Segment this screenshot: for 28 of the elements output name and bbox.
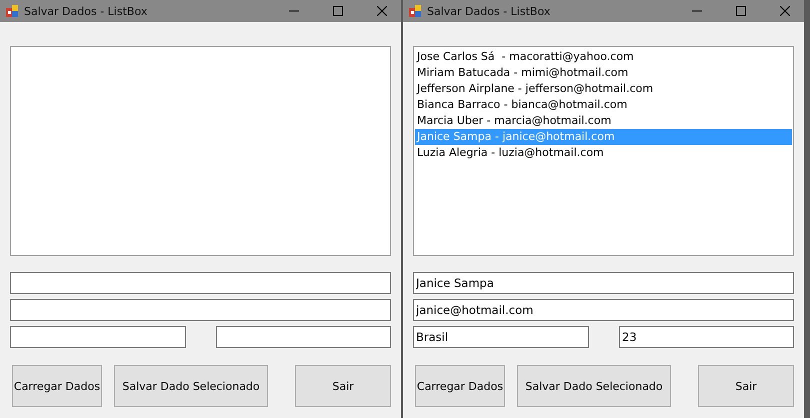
list-item[interactable]: Marcia Uber - marcia@hotmail.com (415, 113, 792, 129)
app-icon (409, 5, 421, 17)
list-item[interactable]: Luzia Alegria - luzia@hotmail.com (415, 145, 792, 161)
list-item[interactable]: Jefferson Airplane - jefferson@hotmail.com (415, 81, 792, 97)
list-item[interactable]: Bianca Barraco - bianca@hotmail.com (415, 97, 792, 113)
text-field[interactable] (10, 272, 391, 294)
maximize-icon[interactable] (333, 6, 343, 16)
text-field[interactable]: 23 (619, 326, 794, 348)
action-button[interactable]: Salvar Dado Selecionado (517, 365, 671, 407)
text-field[interactable] (10, 299, 391, 321)
action-button[interactable]: Carregar Dados (12, 365, 102, 407)
list-item[interactable]: Jose Carlos Sá - macoratti@yahoo.com (415, 49, 792, 65)
window-title: Salvar Dados - ListBox (427, 4, 552, 18)
action-button[interactable]: Carregar Dados (415, 365, 505, 407)
action-button[interactable]: Sair (295, 365, 391, 407)
text-field[interactable] (10, 326, 186, 348)
window-title: Salvar Dados - ListBox (24, 4, 148, 18)
text-field[interactable]: Brasil (413, 326, 589, 348)
text-field[interactable] (216, 326, 391, 348)
list-box[interactable] (413, 46, 794, 256)
action-button[interactable]: Salvar Dado Selecionado (114, 365, 268, 407)
text-field[interactable]: janice@hotmail.com (413, 299, 794, 321)
close-icon[interactable] (780, 6, 790, 16)
maximize-icon[interactable] (736, 6, 746, 16)
list-item[interactable]: Miriam Batucada - mimi@hotmail.com (415, 65, 792, 81)
app-icon (6, 5, 18, 17)
action-button[interactable]: Sair (698, 365, 794, 407)
close-icon[interactable] (377, 6, 387, 16)
